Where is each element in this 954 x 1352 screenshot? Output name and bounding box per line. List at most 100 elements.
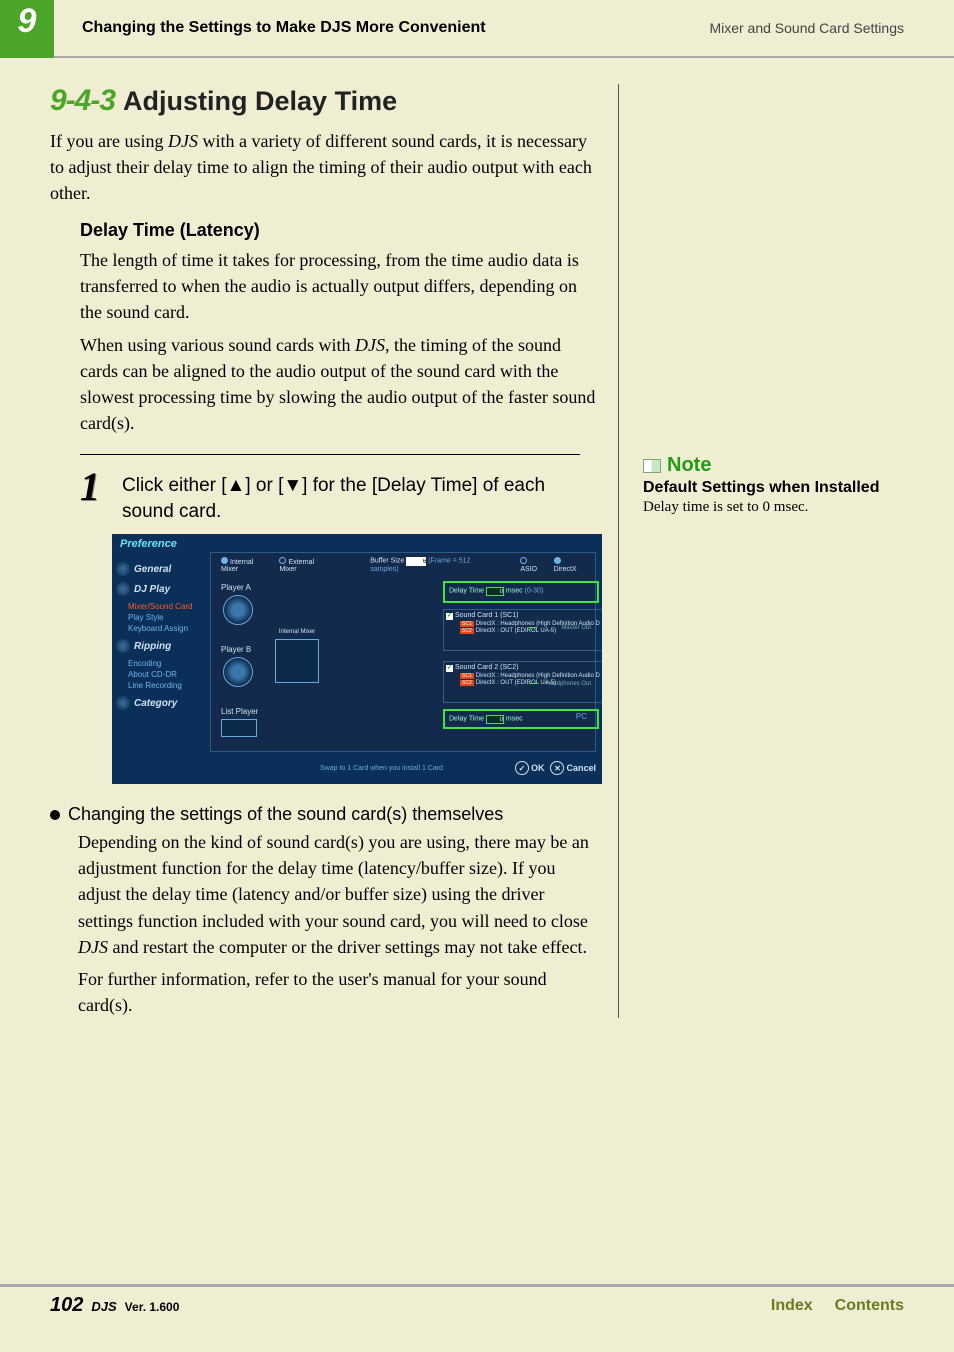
close-icon: ✕	[550, 761, 564, 775]
turntable-b-icon	[223, 657, 253, 687]
ss-sidebar-ripping[interactable]: Ripping	[116, 639, 206, 653]
delay-time-input[interactable]	[486, 587, 504, 596]
ss-sidebar: General DJ Play Mixer/Sound Card Play St…	[116, 556, 206, 716]
latency-heading: Delay Time (Latency)	[80, 220, 602, 241]
circle-icon	[116, 696, 130, 710]
step-text: Click either [▲] or [▼] for the [Delay T…	[122, 469, 602, 524]
footer-contents-link[interactable]: Contents	[835, 1297, 904, 1315]
delay-time-input[interactable]	[486, 715, 504, 724]
buffer-input[interactable]	[406, 557, 426, 566]
step-1: 1 Click either [▲] or [▼] for the [Delay…	[80, 469, 602, 524]
ss-sidebar-label: Category	[134, 698, 177, 709]
bullet-p1-djs: DJS	[78, 937, 108, 957]
buffer-label: Buffer Size	[370, 558, 404, 565]
ss-sub-keyboard-assign[interactable]: Keyboard Assign	[128, 624, 206, 633]
sc-tag: SC2	[460, 628, 474, 634]
ss-sidebar-label: General	[134, 564, 171, 575]
ss-headphones-out-label: Headphones Out	[546, 681, 591, 687]
step-number: 1	[80, 469, 110, 505]
bullet-p1-after: and restart the computer or the driver s…	[108, 937, 587, 957]
ss-delay-time-box-1: Delay Time msec (0-30)	[443, 581, 599, 603]
sc1-line2: DirectX : OUT (EDIROL UA-5)	[476, 628, 556, 634]
delay-unit: msec	[506, 716, 523, 723]
bullet-icon	[50, 810, 60, 820]
ss-window-title: Preference	[120, 538, 177, 550]
circle-icon	[116, 562, 130, 576]
delay-time-label: Delay Time	[449, 588, 484, 595]
check-icon: ✓	[515, 761, 529, 775]
checkbox-icon[interactable]: ✓	[446, 665, 453, 672]
connector-line	[529, 627, 537, 628]
latency-p2-djs: DJS	[355, 335, 385, 355]
ss-sub-line-recording[interactable]: Line Recording	[128, 681, 206, 690]
footer-djs: DJS	[91, 1299, 116, 1314]
ss-player-a-label: Player A	[221, 583, 251, 592]
ss-buffer-size: Buffer Size (Frame = 512 samples)	[370, 557, 498, 573]
ss-list-player-label: List Player	[221, 707, 258, 716]
ss-sub-encoding[interactable]: Encoding	[128, 659, 206, 668]
list-player-icon	[221, 719, 257, 737]
section-number: 9-4-3	[50, 84, 115, 118]
footer-version: Ver. 1.600	[125, 1300, 180, 1314]
page-number: 102	[50, 1294, 83, 1317]
sc2-line2: DirectX : OUT (EDIROL UA-5)	[476, 680, 556, 686]
radio-label: ASIO	[520, 566, 537, 573]
ss-radio-asio[interactable]: ASIO	[520, 557, 545, 573]
sc-tag: SC2	[460, 680, 474, 686]
ss-radio-internal[interactable]: Internal Mixer	[221, 557, 271, 573]
ss-hint-text: Swap to 1 Card when you install 1 Card	[320, 765, 443, 772]
ss-sub-mixer-sound-card[interactable]: Mixer/Sound Card	[128, 602, 206, 611]
note-block: Note Default Settings when Installed Del…	[643, 454, 904, 516]
ss-sidebar-general[interactable]: General	[116, 562, 206, 576]
radio-icon	[279, 557, 286, 564]
page-footer: 102 DJS Ver. 1.600 Index Contents	[0, 1284, 954, 1324]
intro-paragraph: If you are using DJS with a variety of d…	[50, 128, 602, 206]
note-heading: Default Settings when Installed	[643, 479, 904, 497]
radio-icon	[520, 557, 527, 564]
ss-internal-mixer-label: Internal Mixer	[277, 629, 317, 635]
ss-sidebar-label: DJ Play	[134, 584, 170, 595]
header-subtitle: Mixer and Sound Card Settings	[709, 20, 904, 36]
page-header: 9 Changing the Settings to Make DJS More…	[0, 0, 954, 58]
ss-bottom-bar: Swap to 1 Card when you install 1 Card ✓…	[210, 756, 596, 780]
checkbox-icon[interactable]: ✓	[446, 613, 453, 620]
chapter-number-tab: 9	[0, 0, 54, 58]
note-body: Delay time is set to 0 msec.	[643, 499, 904, 516]
ss-sub-about-cd-dr[interactable]: About CD-DR	[128, 670, 206, 679]
ss-pc-label: PC	[576, 712, 587, 721]
radio-icon	[554, 557, 561, 564]
ss-radio-directx[interactable]: DirectX	[554, 557, 585, 573]
section-title: Adjusting Delay Time	[123, 86, 397, 117]
note-icon	[643, 459, 661, 473]
bullet-p1-before: Depending on the kind of sound card(s) y…	[78, 832, 589, 930]
delay-unit: msec	[506, 588, 523, 595]
ok-button[interactable]: ✓OK	[515, 761, 545, 775]
sc2-title: Sound Card 2 (SC2)	[455, 664, 518, 671]
note-label: Note	[643, 454, 904, 477]
intro-djs: DJS	[168, 131, 198, 151]
circle-icon	[116, 639, 130, 653]
ss-radio-external[interactable]: External Mixer	[279, 557, 332, 573]
turntable-a-icon	[223, 595, 253, 625]
ss-sidebar-djplay[interactable]: DJ Play	[116, 582, 206, 596]
latency-paragraph-1: The length of time it takes for processi…	[80, 247, 602, 325]
ss-radio-row: Internal Mixer External Mixer Buffer Siz…	[221, 557, 585, 573]
sc2-line1: DirectX : Headphones (High Definition Au…	[476, 673, 600, 679]
cancel-button[interactable]: ✕Cancel	[550, 761, 596, 775]
sc-tag: SC1	[460, 621, 474, 627]
sc1-title: Sound Card 1 (SC1)	[455, 612, 518, 619]
bullet-heading: Changing the settings of the sound card(…	[50, 804, 602, 825]
latency-p2-before: When using various sound cards with	[80, 335, 355, 355]
ss-sidebar-category[interactable]: Category	[116, 696, 206, 710]
divider	[80, 454, 580, 455]
delay-note: (0-30)	[525, 588, 544, 595]
bullet-paragraph-1: Depending on the kind of sound card(s) y…	[50, 829, 602, 959]
delay-time-label: Delay Time	[449, 716, 484, 723]
header-title: Changing the Settings to Make DJS More C…	[82, 19, 709, 37]
radio-label: DirectX	[554, 566, 577, 573]
cancel-label: Cancel	[566, 763, 596, 773]
ss-sub-play-style[interactable]: Play Style	[128, 613, 206, 622]
radio-icon	[221, 557, 228, 564]
section-heading: 9-4-3 Adjusting Delay Time	[50, 84, 602, 118]
footer-index-link[interactable]: Index	[771, 1297, 813, 1315]
